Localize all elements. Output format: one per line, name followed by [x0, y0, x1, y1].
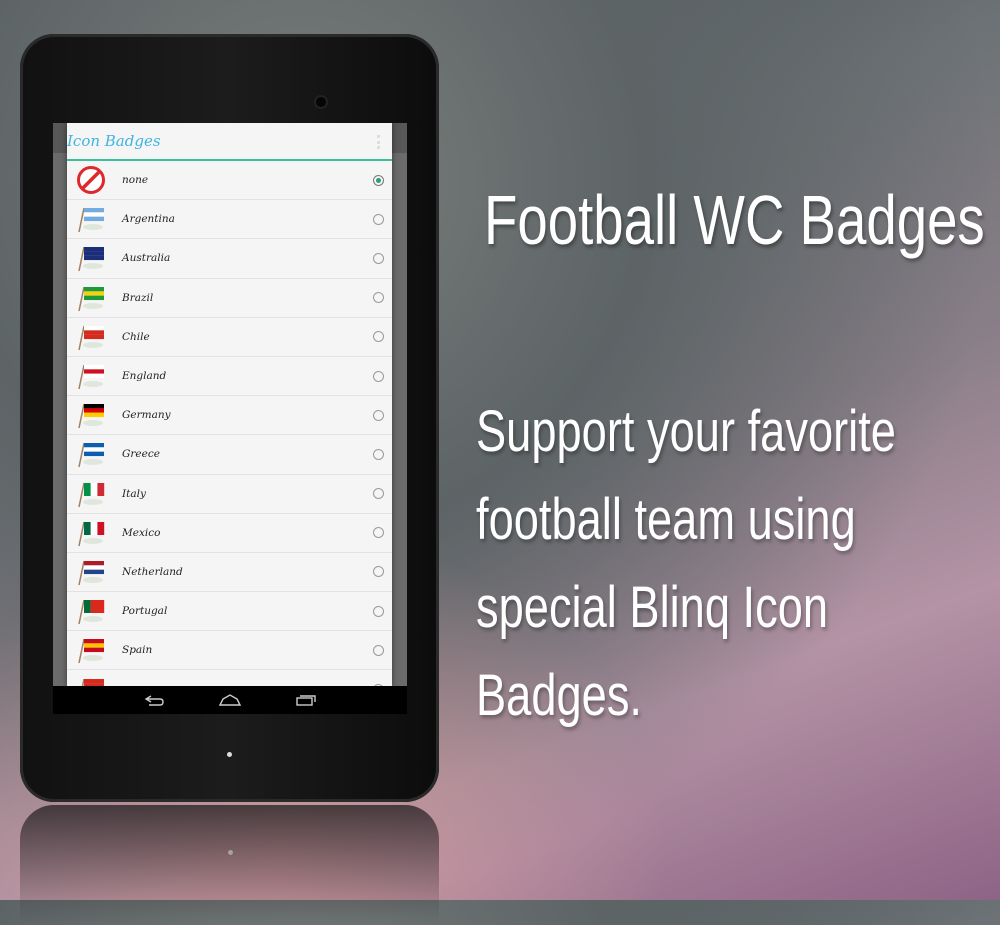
home-icon[interactable] [219, 693, 241, 707]
list-item-label: Italy [122, 487, 146, 500]
dialog-title: Icon Badges [67, 132, 161, 150]
radio-button[interactable] [373, 292, 384, 304]
list-item-label: Australia [122, 252, 171, 265]
flag-england-icon [78, 364, 104, 390]
flag-partial-icon [81, 678, 104, 686]
radio-button[interactable] [373, 644, 384, 656]
no-entry-icon [77, 166, 105, 195]
list-item[interactable]: Spain [67, 631, 392, 671]
radio-button[interactable] [373, 252, 384, 264]
tablet-reflection [20, 805, 439, 925]
list-item-label: Germany [122, 409, 171, 422]
radio-button[interactable] [373, 448, 384, 460]
list-item-label: Argentina [122, 213, 175, 226]
list-item[interactable]: England [67, 357, 392, 397]
list-item[interactable]: Mexico [67, 514, 392, 553]
list-item-label: Mexico [122, 526, 161, 539]
list-item[interactable]: Chile [67, 318, 392, 357]
radio-button[interactable] [373, 174, 384, 186]
radio-button[interactable] [373, 488, 384, 500]
flag-greece-icon [78, 443, 104, 468]
flag-germany-icon [78, 404, 104, 429]
flag-brazil-icon [78, 286, 104, 311]
list-item[interactable]: Greece [67, 435, 392, 475]
list-item[interactable]: Germany [67, 396, 392, 436]
icon-badges-dialog: Icon Badges none Argentina Australia Brazil… [67, 123, 392, 686]
navigation-bar [53, 686, 407, 714]
radio-button[interactable] [373, 605, 384, 617]
list-item[interactable]: none [67, 161, 392, 201]
radio-button[interactable] [373, 331, 384, 343]
list-item-label: Spain [122, 644, 153, 657]
camera [316, 97, 326, 107]
list-item-label: England [122, 370, 167, 383]
tablet-screen: Icon Badges none Argentina Australia Brazil… [53, 123, 407, 714]
flag-argentina-icon [78, 208, 104, 233]
radio-button[interactable] [373, 213, 384, 225]
reflection-dot [228, 850, 233, 855]
list-item-label: Chile [122, 330, 150, 343]
recents-icon[interactable] [295, 693, 317, 707]
overflow-menu-icon[interactable] [377, 135, 380, 149]
flag-netherland-icon [78, 560, 104, 586]
list-item-label: Netherland [122, 565, 183, 578]
flag-spain-icon [78, 639, 104, 664]
list-item[interactable]: Portugal [67, 592, 392, 632]
list-item[interactable]: Brazil [67, 279, 392, 318]
list-item[interactable]: Netherland [67, 553, 392, 593]
list-item[interactable]: Australia [67, 239, 392, 279]
radio-button[interactable] [373, 370, 384, 382]
list-item[interactable] [67, 670, 392, 686]
indicator-light [227, 752, 232, 757]
flag-chile-icon [78, 325, 104, 350]
flag-australia-icon [78, 247, 104, 272]
radio-button[interactable] [373, 409, 384, 421]
list-item-label: none [122, 174, 149, 187]
list-item[interactable]: Italy [67, 475, 392, 514]
flag-italy-icon [78, 482, 105, 507]
flag-mexico-icon [78, 521, 105, 546]
back-icon[interactable] [143, 693, 165, 707]
promo-headline: Football WC Badges [484, 181, 985, 259]
dialog-title-bar: Icon Badges [67, 123, 392, 161]
list-item-label: Brazil [122, 291, 154, 304]
radio-button[interactable] [373, 527, 384, 539]
flag-portugal-icon [78, 600, 105, 625]
radio-button[interactable] [373, 566, 384, 578]
badge-list[interactable]: none Argentina Australia Brazil Chile England… [67, 161, 392, 686]
list-item[interactable]: Argentina [67, 200, 392, 240]
list-item-label: Portugal [122, 605, 168, 618]
promo-subtext: Support your favorite football team usin… [476, 399, 896, 728]
list-item-label: Greece [122, 448, 160, 461]
